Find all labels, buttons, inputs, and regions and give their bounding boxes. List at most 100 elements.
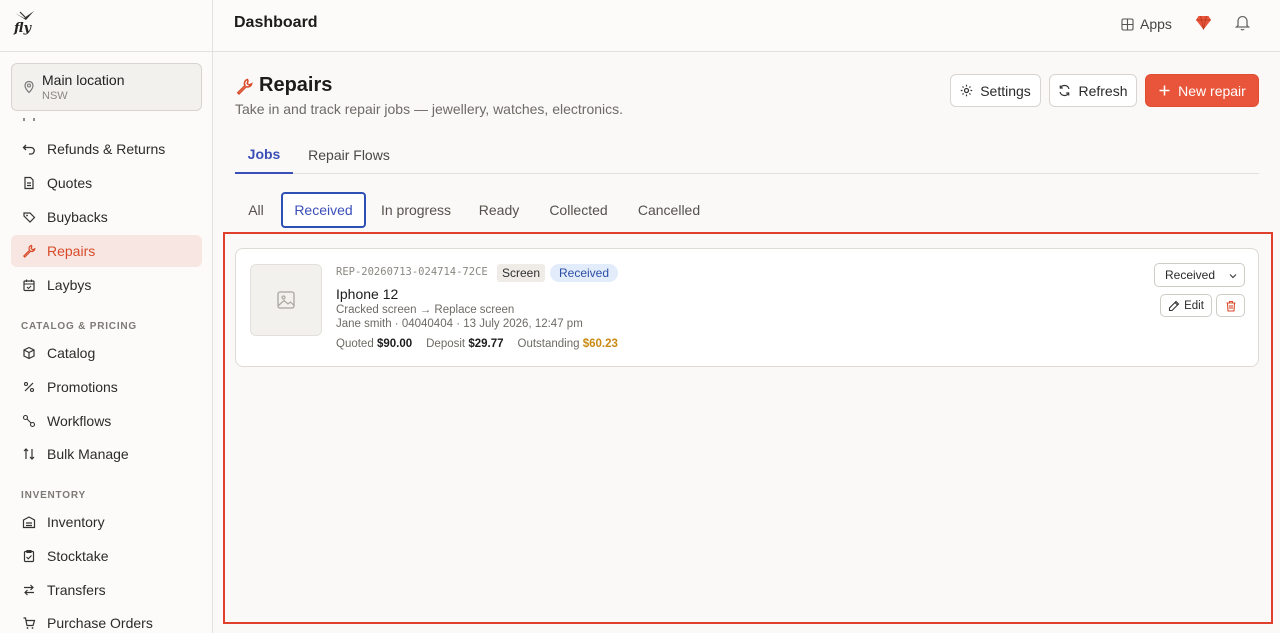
apps-label: Apps — [1140, 16, 1172, 32]
job-customer-line: Jane smith · 04040404 · 13 July 2026, 12… — [336, 318, 583, 330]
delete-button[interactable] — [1216, 294, 1245, 317]
page-title: Repairs — [259, 74, 333, 96]
grid-icon — [1121, 17, 1134, 31]
refresh-label: Refresh — [1078, 82, 1128, 99]
filter-received[interactable]: Received — [281, 192, 366, 228]
sidebar-item-inventory[interactable]: Inventory — [11, 506, 202, 538]
job-title: Iphone 12 — [336, 286, 399, 302]
document-icon — [24, 176, 34, 190]
image-placeholder-icon — [277, 291, 295, 309]
cart-icon — [23, 617, 36, 629]
sidebar-item-quotes[interactable]: Quotes — [11, 167, 202, 199]
section-heading-catalog: CATALOG & PRICING — [21, 321, 138, 332]
sidebar-item-label: Repairs — [47, 243, 96, 259]
sidebar-item-promotions[interactable]: Promotions — [11, 371, 202, 403]
wrench-icon — [22, 244, 36, 258]
sidebar-item-label: Stocktake — [47, 548, 109, 564]
wrench-icon — [236, 78, 253, 95]
trash-icon — [1226, 300, 1235, 312]
job-thumbnail — [250, 264, 322, 336]
status-select-value: Received — [1165, 268, 1216, 282]
sidebar-item-purchase-orders[interactable]: Purchase Orders — [11, 607, 202, 633]
sidebar-item-label: Workflows — [47, 413, 112, 429]
sidebar-divider — [0, 51, 212, 52]
filter-all[interactable]: All — [237, 192, 275, 228]
outstanding-amount: Outstanding $60.23 — [518, 338, 618, 350]
sidebar-item-label: Quotes — [47, 175, 93, 191]
filter-in-progress[interactable]: In progress — [372, 192, 460, 228]
sidebar-item-label: Inventory — [47, 514, 105, 530]
transfer-icon — [24, 584, 34, 596]
sidebar-item-label: Catalog — [47, 345, 96, 361]
edit-button[interactable]: Edit — [1160, 294, 1212, 317]
sidebar-item-label: Purchase Orders — [47, 615, 153, 631]
sidebar-item-buybacks[interactable]: Buybacks — [11, 201, 202, 233]
gem-icon[interactable] — [1195, 14, 1212, 31]
warehouse-icon — [22, 516, 36, 529]
settings-label: Settings — [980, 82, 1031, 99]
filter-ready[interactable]: Ready — [470, 192, 528, 228]
sidebar-item-label: Buybacks — [47, 209, 108, 225]
status-badge: Received — [550, 264, 619, 282]
sidebar-item-transfers[interactable]: Transfers — [11, 574, 202, 606]
chevron-down-icon — [1229, 274, 1237, 279]
map-pin-icon — [24, 80, 34, 94]
job-type-chip: Screen — [497, 264, 546, 282]
location-name: Main location — [42, 72, 125, 88]
edit-label: Edit — [1184, 299, 1204, 312]
logo-text: fly — [14, 21, 32, 36]
main-tabs: Jobs Repair Flows — [235, 136, 1259, 174]
sidebar-item-bulk-manage[interactable]: Bulk Manage — [11, 438, 202, 470]
clipboard-icon — [23, 549, 35, 563]
settings-button[interactable]: Settings — [950, 74, 1041, 107]
repair-job-card[interactable]: REP-20260713-024714-72CE Screen Received… — [235, 248, 1259, 367]
new-repair-label: New repair — [1178, 82, 1246, 99]
sidebar-item-label: Transfers — [47, 582, 106, 598]
pencil-icon — [1169, 300, 1180, 311]
undo-icon — [22, 144, 35, 155]
calendar-icon — [23, 279, 35, 292]
top-bar: Dashboard Apps — [213, 0, 1280, 52]
job-reference: REP-20260713-024714-72CE — [336, 266, 488, 278]
sort-icon — [23, 448, 35, 460]
page-subtitle: Take in and track repair jobs — jeweller… — [235, 101, 624, 117]
new-repair-button[interactable]: New repair — [1145, 74, 1259, 107]
apps-button[interactable]: Apps — [1121, 14, 1172, 34]
deposit-label: Deposit — [426, 338, 466, 350]
box-icon — [23, 346, 35, 360]
sidebar-item-workflows[interactable]: Workflows — [11, 405, 202, 437]
sidebar-item-laybys[interactable]: Laybys — [11, 269, 202, 301]
truncated-nav-icon — [23, 118, 35, 121]
filter-collected[interactable]: Collected — [540, 192, 617, 228]
sidebar-item-stocktake[interactable]: Stocktake — [11, 540, 202, 572]
gear-icon — [961, 84, 973, 97]
deposit-value: $29.77 — [468, 338, 504, 350]
job-issue: Cracked screen → Replace screen — [336, 304, 515, 316]
percent-icon — [23, 381, 35, 393]
bell-icon[interactable] — [1234, 13, 1251, 32]
plus-icon — [1159, 85, 1170, 96]
outstanding-value: $60.23 — [582, 338, 618, 350]
location-switcher[interactable]: Main location NSW — [11, 63, 202, 111]
sidebar-item-catalog[interactable]: Catalog — [11, 337, 202, 369]
refresh-icon — [1059, 84, 1071, 97]
sidebar-item-label: Refunds & Returns — [47, 141, 166, 157]
sidebar-item-label: Laybys — [47, 277, 92, 293]
deposit-amount: Deposit $29.77 — [426, 338, 503, 350]
tab-repair-flows[interactable]: Repair Flows — [297, 136, 401, 174]
sidebar-item-label: Bulk Manage — [47, 446, 129, 462]
refresh-button[interactable]: Refresh — [1049, 74, 1137, 107]
tab-jobs[interactable]: Jobs — [235, 136, 293, 174]
outstanding-label: Outstanding — [517, 338, 580, 350]
sidebar-item-repairs[interactable]: Repairs — [11, 235, 202, 267]
location-region: NSW — [42, 90, 68, 102]
filter-cancelled[interactable]: Cancelled — [629, 192, 709, 228]
sidebar-item-label: Promotions — [47, 379, 118, 395]
job-money-summary: Quoted $90.00 Deposit $29.77 Outstanding… — [336, 338, 632, 350]
quoted-amount: Quoted $90.00 — [336, 338, 412, 350]
section-heading-inventory: INVENTORY — [21, 490, 86, 501]
quoted-label: Quoted — [336, 338, 374, 350]
status-select[interactable]: Received — [1154, 263, 1245, 287]
tag-icon — [23, 212, 36, 223]
sidebar-item-refunds[interactable]: Refunds & Returns — [11, 133, 202, 165]
